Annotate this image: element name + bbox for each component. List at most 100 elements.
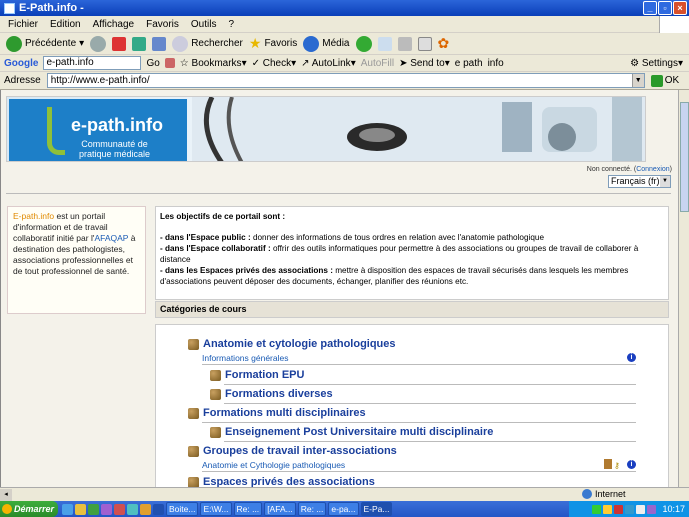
autolink-button[interactable]: ↗ AutoLink▾ xyxy=(301,58,356,69)
login-status: Non connecté. (Connexion) xyxy=(586,166,672,173)
chevron-down-icon: ▼ xyxy=(660,176,670,187)
back-button[interactable]: Précédente ▾ xyxy=(6,35,84,52)
intro-box: E-path.info est un portail d'information… xyxy=(7,206,146,314)
address-label: Adresse xyxy=(4,75,41,86)
media-button[interactable]: Média xyxy=(303,35,350,52)
maximize-button[interactable]: ▫ xyxy=(658,1,672,15)
folder-icon xyxy=(210,388,221,400)
quicklaunch-app-icon[interactable] xyxy=(88,503,99,515)
stop-icon[interactable] xyxy=(112,36,127,51)
task-re-2[interactable]: Re: ... xyxy=(297,502,327,516)
banner-photo xyxy=(192,97,645,161)
minimize-button[interactable]: _ xyxy=(643,1,657,15)
start-button[interactable]: Démarrer xyxy=(0,501,58,517)
mail-icon[interactable] xyxy=(377,36,392,51)
scroll-thumb[interactable] xyxy=(680,102,689,212)
quicklaunch-ie-icon[interactable] xyxy=(62,503,73,515)
menu-affichage[interactable]: Affichage xyxy=(93,19,135,30)
task-afa[interactable]: [AFA... xyxy=(264,502,296,516)
site-name-link[interactable]: E-path.info xyxy=(13,211,54,221)
folder-icon xyxy=(188,445,199,457)
refresh-icon[interactable] xyxy=(132,36,147,51)
afaqap-link[interactable]: AFAQAP xyxy=(94,233,128,243)
address-bar: Adresse http://www.e-path.info/ ▼ OK xyxy=(0,72,689,90)
info-highlight-button[interactable]: info xyxy=(488,58,504,69)
quicklaunch-app-icon[interactable] xyxy=(140,503,151,515)
forward-button[interactable] xyxy=(90,35,107,52)
objectives-box: Les objectifs de ce portail sont : - dan… xyxy=(155,206,669,300)
category-formations-multi[interactable]: Formations multi disciplinaires xyxy=(188,407,366,419)
autofill-button[interactable]: AutoFill xyxy=(361,58,394,69)
history-icon[interactable] xyxy=(355,35,372,52)
address-input[interactable]: http://www.e-path.info/ ▼ xyxy=(46,73,645,88)
info-icon[interactable]: i xyxy=(627,460,636,469)
vertical-scrollbar[interactable] xyxy=(678,90,689,487)
quicklaunch-folder-icon[interactable] xyxy=(75,503,86,515)
menu-fichier[interactable]: Fichier xyxy=(8,19,38,30)
category-formation-epu[interactable]: Formation EPU xyxy=(210,369,304,381)
quicklaunch-app-icon[interactable] xyxy=(101,503,112,515)
tray-icon[interactable] xyxy=(647,504,657,514)
category-espaces-prives[interactable]: Espaces privés des associations xyxy=(188,476,375,487)
language-select[interactable]: Français (fr) ▼ xyxy=(608,175,671,188)
status-bar: ◂ Internet xyxy=(0,487,689,501)
standard-toolbar: Précédente ▾ Rechercher ★ Favoris Média ✿ xyxy=(0,33,689,55)
address-dropdown-icon[interactable]: ▼ xyxy=(631,74,644,87)
category-enseignement-post-universitaire[interactable]: Enseignement Post Universitaire multi di… xyxy=(210,426,493,438)
tray-icon[interactable] xyxy=(592,504,602,514)
bookmarks-button[interactable]: ☆ Bookmarks▾ xyxy=(180,58,247,69)
settings-button[interactable]: ⚙ Settings▾ xyxy=(630,58,683,69)
go-button[interactable]: OK xyxy=(650,74,679,87)
task-epath-active[interactable]: E-Pa... xyxy=(360,502,393,516)
info-icon[interactable]: i xyxy=(627,353,636,362)
windows-flag-icon xyxy=(659,16,689,33)
google-go-button[interactable]: Go xyxy=(146,58,159,69)
menu-help[interactable]: ? xyxy=(228,19,234,30)
sendto-button[interactable]: ➤ Send to▾ xyxy=(399,58,450,69)
close-button[interactable]: × xyxy=(673,1,687,15)
security-zone: Internet xyxy=(582,489,626,499)
page-content: e-path.info Communauté de pratique médica… xyxy=(0,90,678,487)
category-formations-diverses[interactable]: Formations diverses xyxy=(210,388,333,400)
system-tray: 10:17 xyxy=(569,501,689,517)
task-boite[interactable]: Boite... xyxy=(166,502,199,516)
task-epa[interactable]: e-pa... xyxy=(328,502,359,516)
category-groupes-travail[interactable]: Groupes de travail inter-associations xyxy=(188,445,397,457)
home-icon[interactable] xyxy=(152,36,167,51)
login-link[interactable]: Connexion xyxy=(636,166,669,173)
google-search-input[interactable]: e-path.info xyxy=(43,56,142,70)
epath-highlight-button[interactable]: e path xyxy=(455,58,483,69)
tray-icon[interactable] xyxy=(625,504,635,514)
quicklaunch-app-icon[interactable] xyxy=(114,503,125,515)
tray-icon[interactable] xyxy=(636,504,646,514)
favorites-button[interactable]: ★ Favoris xyxy=(249,35,297,52)
scroll-left-icon[interactable]: ◂ xyxy=(0,489,12,501)
site-logo[interactable]: e-path.info Communauté de pratique médica… xyxy=(9,99,187,161)
menu-bar: Fichier Edition Affichage Favoris Outils… xyxy=(0,16,689,33)
edit-icon[interactable] xyxy=(417,36,432,51)
task-re-1[interactable]: Re: ... xyxy=(233,502,263,516)
quicklaunch-app-icon[interactable] xyxy=(153,503,164,515)
menu-edition[interactable]: Edition xyxy=(50,19,81,30)
tray-icon[interactable] xyxy=(614,504,624,514)
print-icon[interactable] xyxy=(397,36,412,51)
star-icon: ★ xyxy=(248,35,262,51)
quicklaunch-app-icon[interactable] xyxy=(127,503,138,515)
site-banner: e-path.info Communauté de pratique médica… xyxy=(6,96,646,162)
menu-outils[interactable]: Outils xyxy=(191,19,217,30)
pagerank-icon xyxy=(164,58,175,68)
google-toolbar: Google e-path.info Go ☆ Bookmarks▾ ✓ Che… xyxy=(0,55,689,72)
key-icon: ⚷ xyxy=(614,461,620,470)
objectives-heading: Les objectifs de ce portail sont : xyxy=(160,212,286,221)
search-button[interactable]: Rechercher xyxy=(172,35,243,52)
tray-icon[interactable] xyxy=(603,504,613,514)
course-anatomie-cythologie[interactable]: Anatomie et Cythologie pathologiques xyxy=(202,460,345,470)
folder-icon xyxy=(188,338,199,350)
task-explorer[interactable]: E:\W... xyxy=(200,502,232,516)
menu-favoris[interactable]: Favoris xyxy=(146,19,179,30)
check-button[interactable]: ✓ Check▾ xyxy=(252,58,297,69)
category-anatomie[interactable]: Anatomie et cytologie pathologiques xyxy=(188,338,396,350)
course-informations-generales[interactable]: Informations générales xyxy=(202,353,288,363)
messenger-icon[interactable]: ✿ xyxy=(438,35,450,52)
title-bar: E-Path.info - _ ▫ × xyxy=(0,0,689,16)
